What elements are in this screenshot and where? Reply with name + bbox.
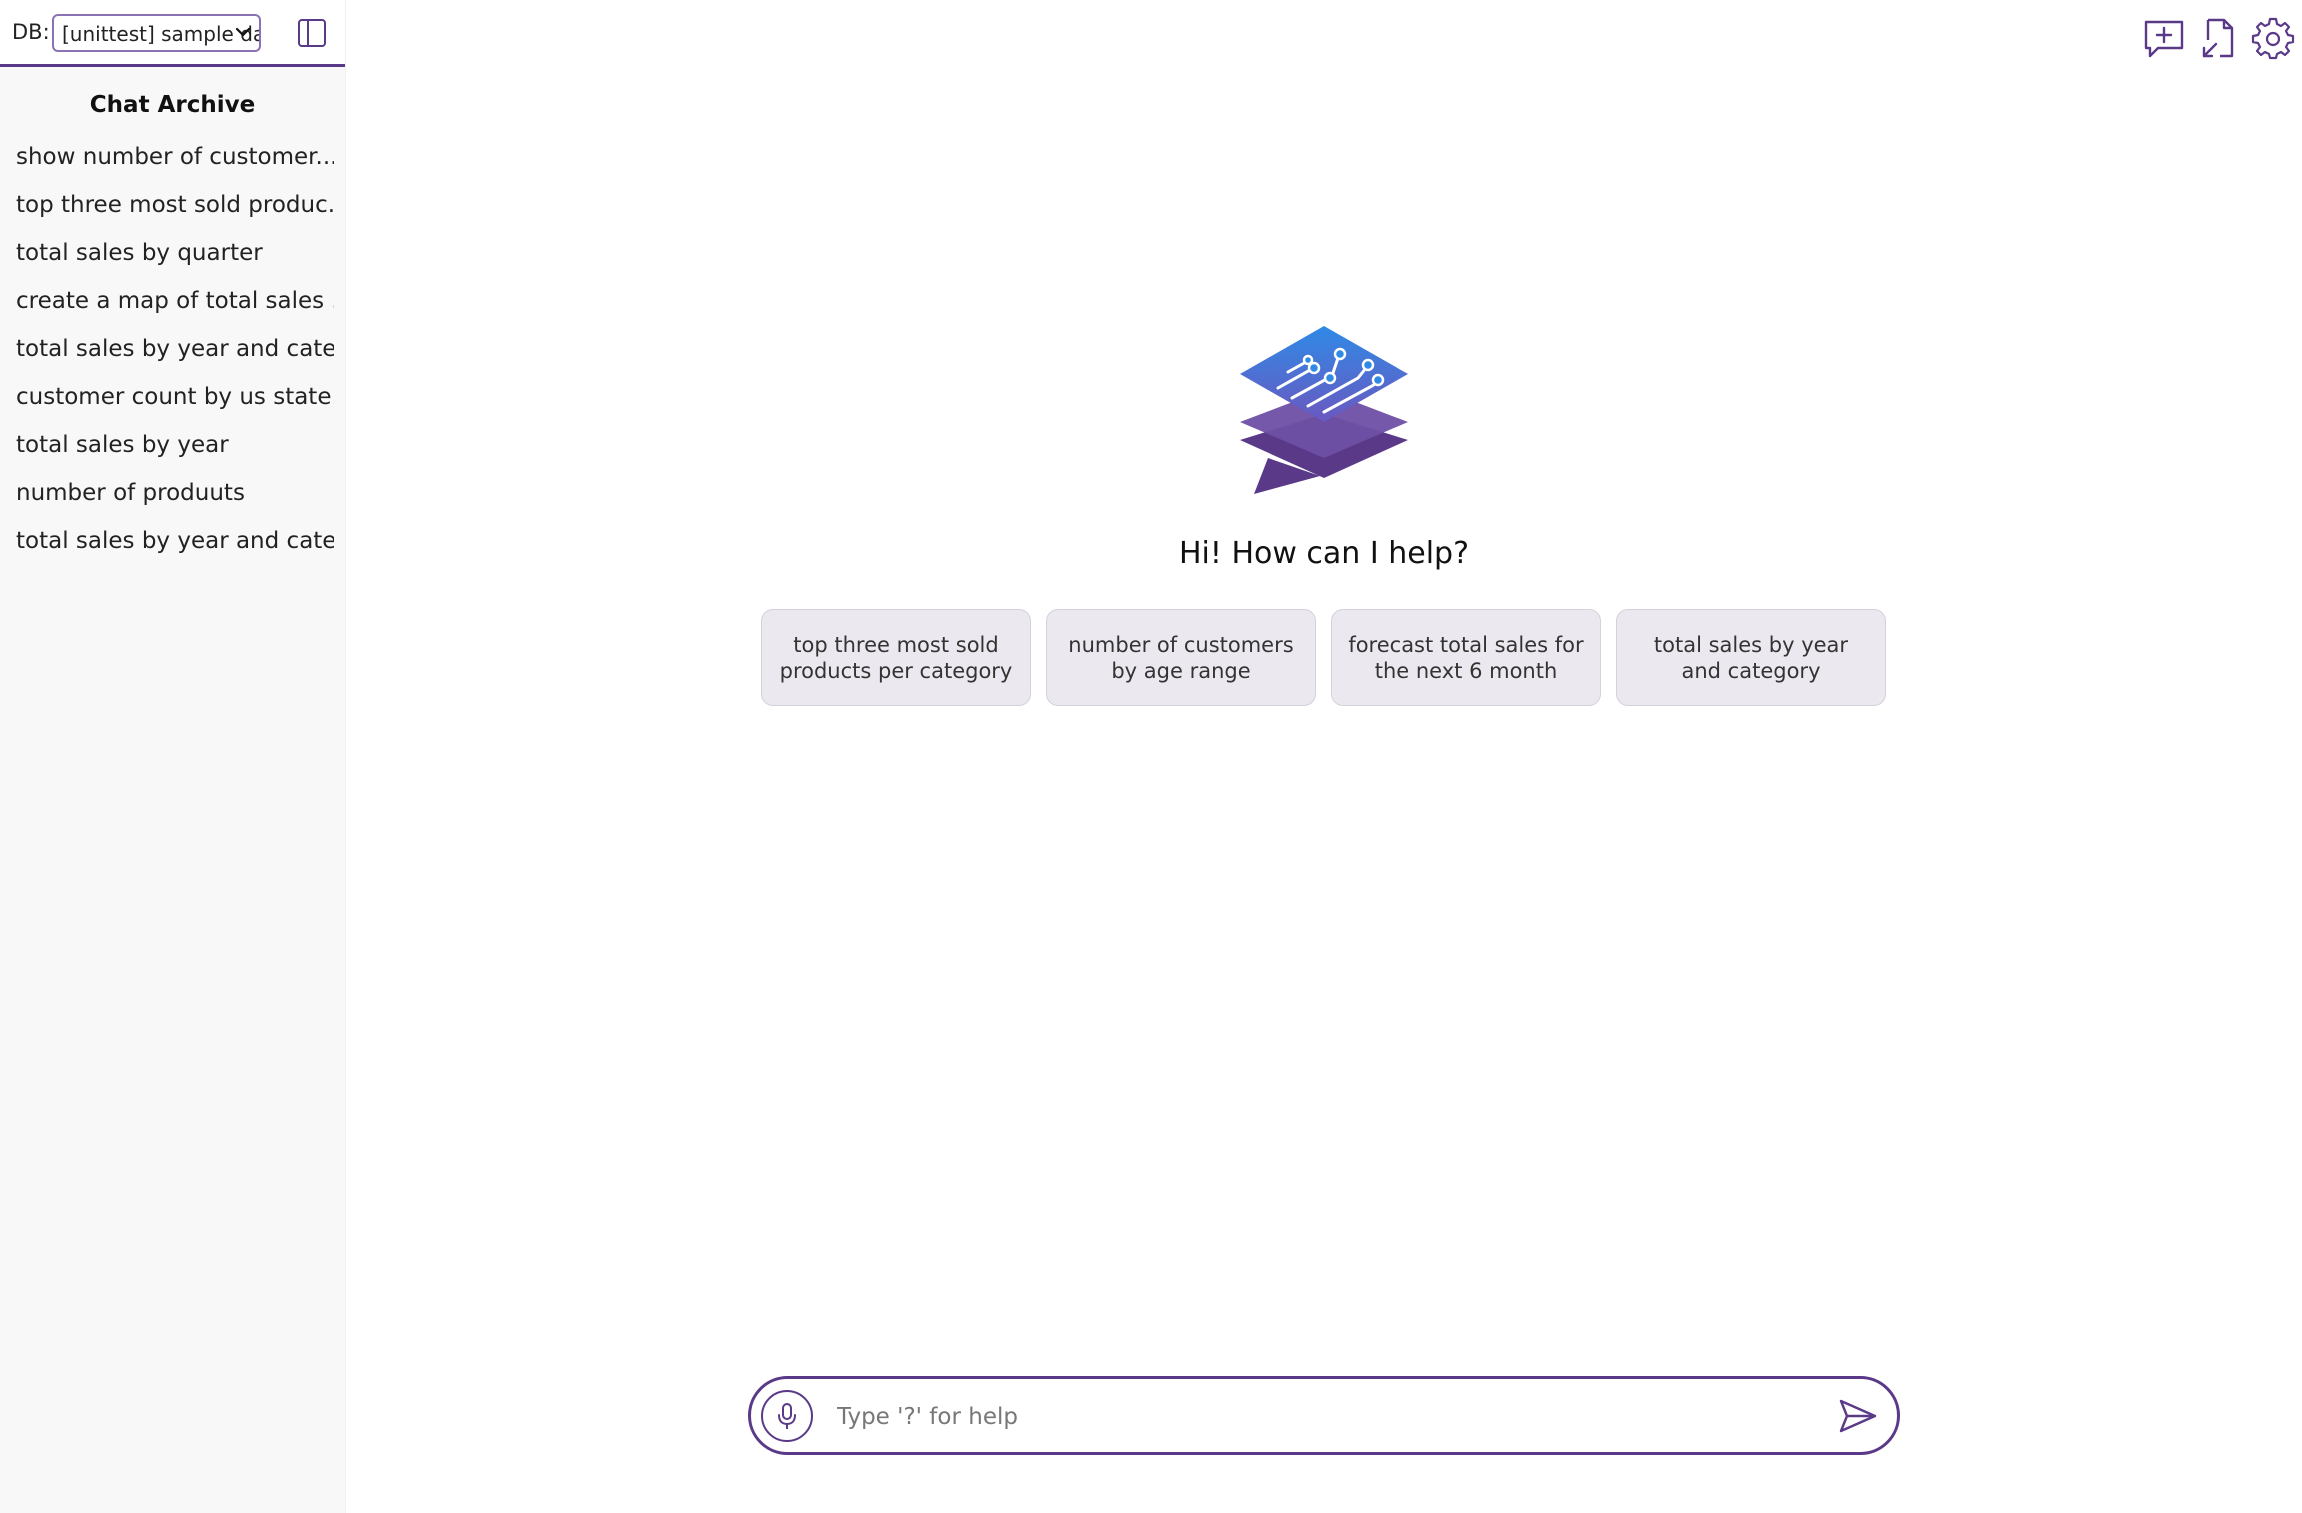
chat-archive-title: Chat Archive bbox=[89, 92, 256, 118]
db-label: DB: bbox=[12, 20, 50, 44]
microphone-button[interactable] bbox=[761, 1390, 813, 1442]
chat-input-bar bbox=[748, 1376, 1900, 1455]
archive-item[interactable]: total sales by year and cate... bbox=[16, 334, 334, 382]
export-button[interactable] bbox=[2198, 16, 2242, 60]
send-icon[interactable] bbox=[1837, 1395, 1879, 1437]
suggestion-chip[interactable]: total sales by year and category bbox=[1616, 609, 1886, 706]
db-select-dropdown[interactable]: [unittest] sample da bbox=[52, 14, 261, 52]
chat-message-input[interactable] bbox=[835, 1393, 1739, 1441]
archive-item[interactable]: create a map of total sales ... bbox=[16, 286, 334, 334]
db-selector-bar: DB: [unittest] sample da bbox=[0, 0, 345, 67]
settings-gear-icon bbox=[2251, 17, 2295, 60]
sidebar-toggle-icon[interactable] bbox=[297, 17, 327, 49]
suggestion-chip[interactable]: top three most sold products per categor… bbox=[761, 609, 1031, 706]
archive-item[interactable]: total sales by year bbox=[16, 430, 334, 478]
suggestion-chip[interactable]: forecast total sales for the next 6 mont… bbox=[1331, 609, 1601, 706]
greeting-heading: Hi! How can I help? bbox=[1178, 536, 1470, 571]
new-chat-icon bbox=[2144, 20, 2184, 58]
app-root: DB: [unittest] sample da Chat Archive sh… bbox=[0, 0, 2302, 1513]
suggestion-chips: top three most sold products per categor… bbox=[761, 609, 1889, 707]
export-document-icon bbox=[2202, 18, 2234, 58]
settings-button[interactable] bbox=[2251, 16, 2295, 60]
archive-item[interactable]: total sales by year and cate... bbox=[16, 526, 334, 574]
archive-item[interactable]: number of produuts bbox=[16, 478, 334, 526]
db-selected-value: [unittest] sample da bbox=[62, 22, 261, 46]
archive-item[interactable]: show number of customer... bbox=[16, 142, 334, 190]
assistant-logo bbox=[1240, 326, 1408, 494]
sidebar: DB: [unittest] sample da Chat Archive sh… bbox=[0, 0, 346, 1513]
microphone-icon bbox=[778, 1403, 796, 1429]
chevron-down-icon bbox=[235, 27, 251, 37]
chat-archive-list: show number of customer... top three mos… bbox=[16, 142, 334, 574]
archive-item[interactable]: customer count by us state... bbox=[16, 382, 334, 430]
archive-item[interactable]: total sales by quarter bbox=[16, 238, 334, 286]
archive-item[interactable]: top three most sold produc... bbox=[16, 190, 334, 238]
suggestion-chip[interactable]: number of customers by age range bbox=[1046, 609, 1316, 706]
new-chat-button[interactable] bbox=[2142, 16, 2186, 60]
